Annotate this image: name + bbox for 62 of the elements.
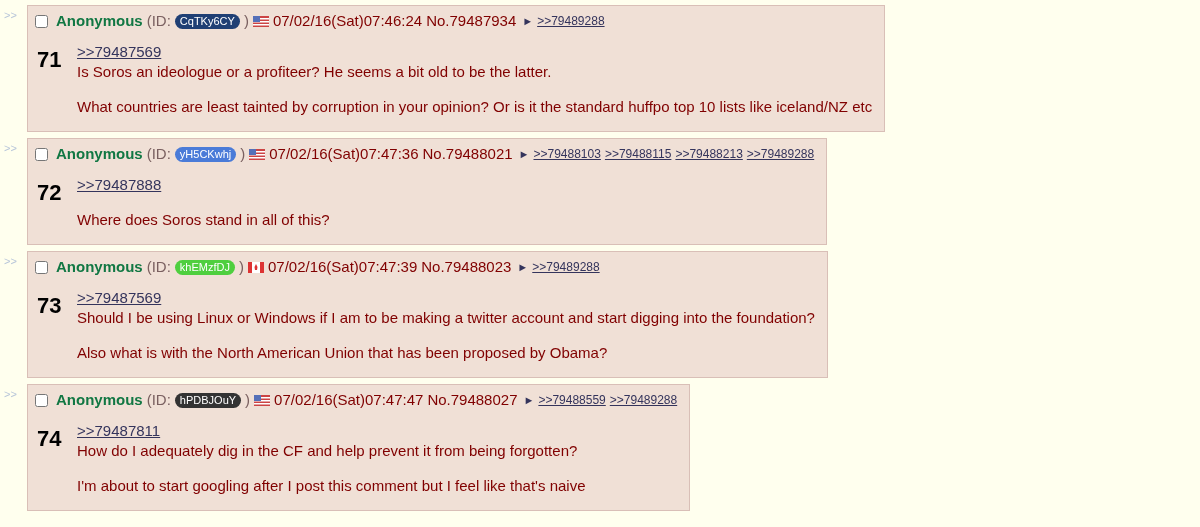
post-text: I'm about to start googling after I post this comment but I feel like that's naive xyxy=(77,476,586,496)
backlink[interactable]: >>79488213 xyxy=(675,144,743,164)
id-label: ) xyxy=(245,390,251,410)
quote-link[interactable]: >>79487811 xyxy=(77,421,161,441)
id-label: ) xyxy=(240,144,246,164)
flag-icon xyxy=(249,148,266,160)
poster-id-badge[interactable]: CqTKy6CY xyxy=(174,13,240,29)
post-text: Where does Soros stand in all of this? xyxy=(77,210,330,230)
flag-icon xyxy=(247,261,264,273)
post-text: Should I be using Linux or Windows if I am to be making a twitter account and start digging into the foundation? xyxy=(77,308,815,328)
menu-arrow[interactable]: ► xyxy=(522,11,534,31)
backlink[interactable]: >>79488115 xyxy=(604,144,672,164)
quote-link[interactable]: >>79487569 xyxy=(77,42,162,62)
post-index: 74 xyxy=(36,429,63,449)
post-number[interactable]: No.79487934 xyxy=(426,11,517,31)
backlink[interactable]: >>79489288 xyxy=(537,11,605,31)
post-checkbox[interactable] xyxy=(35,260,48,274)
post-index: 73 xyxy=(36,296,63,316)
flag-icon xyxy=(254,394,271,406)
post-checkbox[interactable] xyxy=(35,14,48,28)
poster-name: Anonymous xyxy=(56,144,143,164)
backlink[interactable]: >>79489288 xyxy=(609,390,678,410)
backlink[interactable]: >>79488103 xyxy=(533,144,601,164)
post-checkbox[interactable] xyxy=(35,147,48,161)
id-label: (ID: xyxy=(146,257,171,277)
post-datetime: 07/02/16(Sat)07:46:24 xyxy=(272,11,423,31)
post-number[interactable]: No.79488021 xyxy=(422,144,513,164)
post-text: How do I adequately dig in the CF and help prevent it from being forgotten? xyxy=(77,441,579,461)
backlink[interactable]: >>79488559 xyxy=(538,390,606,410)
reply-marker: >> xyxy=(3,254,18,269)
post-number[interactable]: No.79488027 xyxy=(427,390,518,410)
reply-marker: >> xyxy=(3,8,18,23)
backlink[interactable]: >>79489288 xyxy=(532,257,600,277)
post-checkbox[interactable] xyxy=(35,393,48,407)
post-text: What countries are least tainted by corruption in your opinion? Or is it the standard huffpo top 10 lists like iceland/NZ etc xyxy=(77,97,873,117)
post-datetime: 07/02/16(Sat)07:47:36 xyxy=(269,144,419,164)
flag-icon xyxy=(252,15,269,27)
poster-id-badge[interactable]: yH5CKwhj xyxy=(174,146,237,162)
id-label: ) xyxy=(243,11,249,31)
menu-arrow[interactable]: ► xyxy=(523,390,535,410)
post-datetime: 07/02/16(Sat)07:47:39 xyxy=(267,257,418,277)
post-datetime: 07/02/16(Sat)07:47:47 xyxy=(274,390,424,410)
post-text: Also what is with the North American Union that has been proposed by Obama? xyxy=(77,343,609,363)
poster-name: Anonymous xyxy=(56,390,143,410)
id-label: (ID: xyxy=(146,390,171,410)
reply-marker: >> xyxy=(3,387,18,402)
poster-id-badge[interactable]: hPDBJOuY xyxy=(174,392,242,408)
quote-link[interactable]: >>79487569 xyxy=(77,288,162,308)
reply-marker: >> xyxy=(3,141,18,156)
poster-name: Anonymous xyxy=(56,257,143,277)
quote-link[interactable]: >>79487888 xyxy=(77,175,162,195)
id-label: (ID: xyxy=(146,11,171,31)
id-label: (ID: xyxy=(146,144,171,164)
post-index: 72 xyxy=(36,183,63,203)
backlink[interactable]: >>79489288 xyxy=(746,144,815,164)
post-text: Is Soros an ideologue or a profiteer? He seems a bit old to be the latter. xyxy=(77,62,553,82)
post-number[interactable]: No.79488023 xyxy=(421,257,512,277)
poster-name: Anonymous xyxy=(56,11,143,31)
id-label: ) xyxy=(238,257,244,277)
menu-arrow[interactable]: ► xyxy=(517,257,529,277)
post-index: 71 xyxy=(36,50,63,70)
menu-arrow[interactable]: ► xyxy=(518,144,530,164)
